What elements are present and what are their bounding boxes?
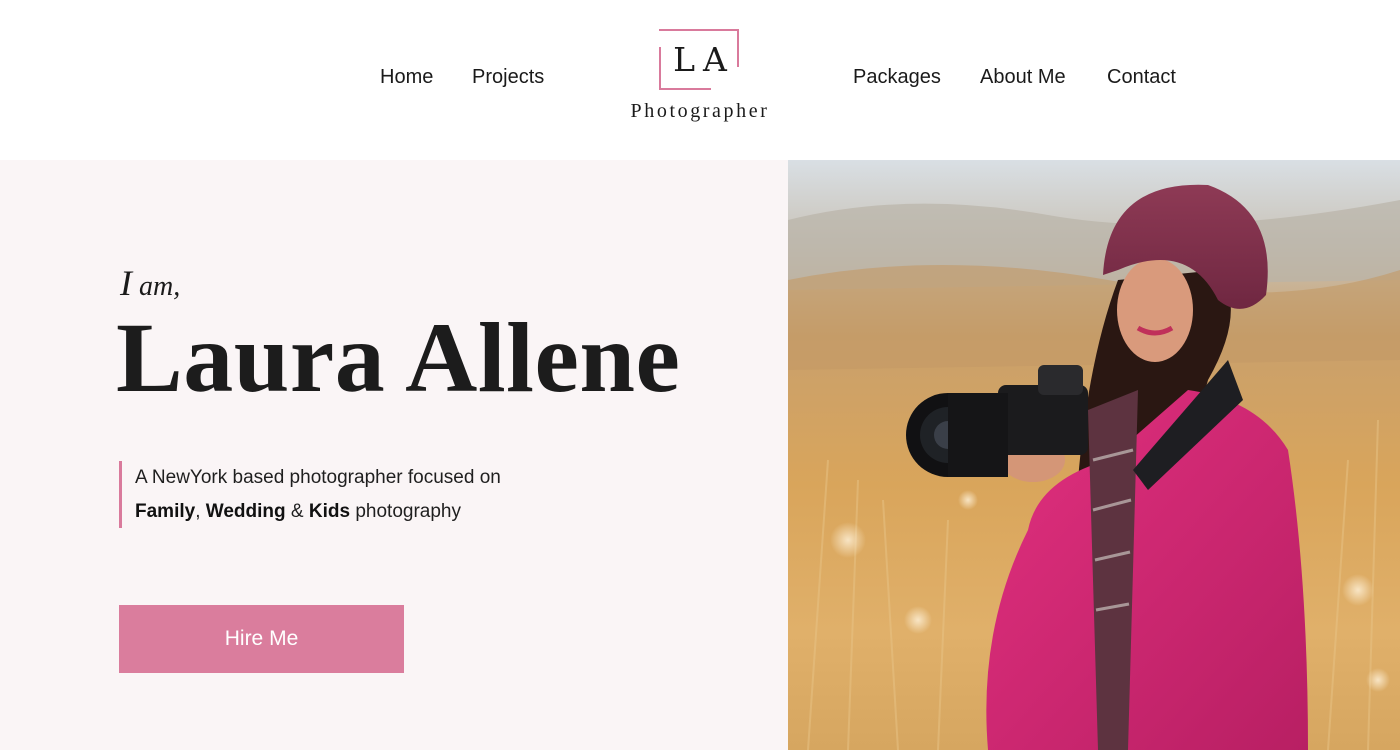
nav-projects[interactable]: Projects <box>472 66 544 89</box>
hero-intro-text: I am, <box>120 262 180 304</box>
logo-wordmark: Photographer <box>630 100 770 122</box>
tagline-line-1: A NewYork based photographer focused on <box>135 467 501 488</box>
specialty-kids: Kids <box>308 501 351 522</box>
photographer-portrait-image <box>788 184 1400 750</box>
nav-about-me[interactable]: About Me <box>980 66 1066 89</box>
hire-me-button[interactable]: Hire Me <box>119 605 404 673</box>
tagline-line-2: Family, Wedding & Kids photography <box>135 495 501 529</box>
hero-photo <box>788 160 1400 750</box>
intro-first-letter: I <box>120 263 132 303</box>
specialty-wedding: Wedding <box>205 501 286 522</box>
site-logo[interactable]: LA Photographer <box>620 26 780 130</box>
specialty-family: Family <box>135 501 196 522</box>
tagline-separator-1: , <box>195 501 201 522</box>
nav-packages[interactable]: Packages <box>853 66 941 89</box>
hero-name: Laura Allene <box>116 302 681 413</box>
site-header: Home Projects LA Photographer Packages A… <box>0 0 1400 160</box>
logo-initials: LA <box>673 40 735 79</box>
hero-tagline: A NewYork based photographer focused on … <box>119 461 501 528</box>
tagline-separator-2: & <box>290 501 304 522</box>
intro-rest: am, <box>132 271 181 302</box>
nav-contact[interactable]: Contact <box>1107 66 1176 89</box>
tagline-suffix: photography <box>355 501 461 522</box>
hero-intro-panel: I am, Laura Allene A NewYork based photo… <box>0 160 788 750</box>
nav-home[interactable]: Home <box>380 66 433 89</box>
